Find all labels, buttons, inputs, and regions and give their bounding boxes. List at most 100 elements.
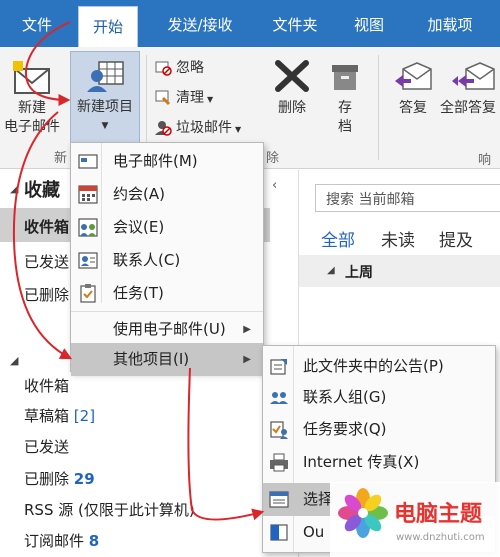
group-delete-label: 除 — [266, 151, 280, 166]
filter-unread[interactable]: 未读 — [381, 226, 415, 251]
search-input[interactable]: 搜索 当前邮箱 — [326, 189, 414, 209]
archive-button[interactable]: 存 档 — [324, 53, 366, 149]
cleanup-icon — [154, 88, 172, 106]
reply-all-button[interactable]: 全部答复 — [440, 53, 500, 143]
ignore-label: 忽略 — [176, 60, 204, 76]
menu-item-label: 会议(E) — [113, 218, 165, 236]
menu-item-label: 联系人组(G) — [303, 388, 387, 406]
fax-icon — [269, 453, 289, 472]
menu-item-label: 联系人(C) — [113, 251, 181, 269]
menu-item-label: 使用电子邮件(U) — [113, 320, 226, 338]
fav-folder-deleted[interactable]: 已删除 — [24, 284, 69, 305]
menu-item-use-email[interactable]: 使用电子邮件(U) ▶ — [71, 313, 263, 346]
chevron-down-icon: ▼ — [207, 95, 214, 104]
menu-item-appointment[interactable]: 约会(A) — [71, 178, 263, 211]
fav-folder-inbox[interactable]: 收件箱 — [24, 216, 69, 237]
reply-all-icon — [452, 59, 496, 93]
chevron-down-icon: ▼ — [235, 125, 242, 134]
folder-label: 草稿箱 — [24, 407, 70, 425]
delete-icon — [274, 59, 310, 93]
tab-file[interactable]: 文件 — [14, 0, 60, 47]
new-items-icon — [85, 58, 125, 94]
cleanup-button[interactable]: 清理 ▼ — [154, 87, 213, 109]
new-items-label: 新建项目 — [77, 99, 133, 115]
chevron-right-icon: ▶ — [243, 324, 251, 335]
chevron-right-icon: ▶ — [243, 354, 251, 365]
folder-count: [2] — [73, 407, 96, 425]
menu-item-task-request[interactable]: 任务要求(Q) — [263, 413, 495, 446]
tab-home[interactable]: 开始 — [78, 6, 138, 48]
outlook-icon — [269, 523, 289, 542]
folder-label: 已发送 — [24, 438, 70, 456]
menu-item-label: 任务要求(Q) — [303, 420, 387, 438]
folder-drafts[interactable]: 草稿箱 [2] — [24, 405, 95, 426]
junk-button[interactable]: 垃圾邮件 ▼ — [154, 117, 241, 139]
tab-addins[interactable]: 加载项 — [412, 0, 488, 47]
menu-item-email[interactable]: 电子邮件(M) — [71, 145, 263, 178]
calendar-icon — [78, 185, 98, 204]
folder-label: 收件箱 — [24, 377, 70, 395]
new-email-button[interactable]: 新建 电子邮件 — [0, 53, 64, 143]
folder-count: 29 — [73, 470, 95, 488]
tab-folder[interactable]: 文件夹 — [262, 0, 328, 47]
post-icon — [269, 357, 289, 376]
menu-item-internet-fax[interactable]: Internet 传真(X) — [263, 446, 495, 479]
tab-send-receive[interactable]: 发送/接收 — [150, 0, 250, 47]
group-header-label: 上周 — [345, 265, 373, 281]
menu-item-contact[interactable]: 联系人(C) — [71, 244, 263, 277]
menu-item-label: 电子邮件(M) — [113, 152, 198, 170]
folder-deleted[interactable]: 已删除 29 — [24, 468, 95, 489]
menu-item-label: 约会(A) — [113, 185, 165, 203]
collapse-triangle-icon[interactable]: ◢ — [10, 354, 18, 367]
folder-sent[interactable]: 已发送 — [24, 436, 69, 457]
email-icon — [78, 152, 98, 171]
folder-label: RSS 源 (仅限于此计算机) — [24, 501, 195, 519]
search-box[interactable]: 搜索 当前邮箱 — [315, 184, 500, 212]
group-separator — [378, 55, 379, 160]
favorites-header[interactable]: 收藏 — [24, 176, 60, 202]
flower-logo-icon — [338, 488, 388, 538]
menu-item-post[interactable]: 此文件夹中的公告(P) — [263, 350, 495, 383]
filter-mentions[interactable]: 提及 — [439, 226, 473, 251]
ignore-button[interactable]: 忽略 — [154, 57, 204, 79]
menu-item-meeting[interactable]: 会议(E) — [71, 211, 263, 244]
filter-all[interactable]: 全部 — [321, 226, 355, 251]
contact-icon — [78, 251, 98, 270]
pane-collapse-chevron-icon[interactable]: ‹ — [272, 178, 277, 193]
junk-icon — [154, 118, 172, 136]
menu-item-label: 此文件夹中的公告(P) — [303, 357, 444, 375]
folder-inbox[interactable]: 收件箱 — [24, 375, 69, 396]
chevron-down-icon: ▼ — [101, 121, 109, 131]
archive-icon — [328, 59, 362, 93]
reply-all-label: 全部答复 — [440, 100, 496, 116]
cleanup-label: 清理 — [176, 90, 204, 106]
menu-item-label: Internet 传真(X) — [303, 453, 420, 471]
menu-separator — [71, 311, 263, 312]
archive-label: 存 档 — [338, 100, 352, 135]
menu-item-contact-group[interactable]: 联系人组(G) — [263, 381, 495, 414]
fav-folder-sent[interactable]: 已发送 — [24, 251, 69, 272]
new-items-button[interactable]: 新建项目 ▼ — [70, 51, 140, 143]
collapse-triangle-icon: ◢ — [327, 265, 335, 276]
group-new-label: 新 — [54, 151, 68, 166]
menu-item-more-items[interactable]: 其他项目(I) ▶ — [71, 343, 263, 376]
menu-item-task[interactable]: 任务(T) — [71, 277, 263, 310]
folder-rss[interactable]: RSS 源 (仅限于此计算机) — [24, 499, 195, 520]
reply-button[interactable]: 答复 — [388, 53, 438, 143]
contact-group-icon — [269, 388, 289, 407]
watermark-title: 电脑主题 — [394, 502, 483, 527]
reply-icon — [393, 59, 433, 93]
new-email-icon — [11, 59, 53, 95]
junk-label: 垃圾邮件 — [176, 120, 232, 136]
folder-subscriptions[interactable]: 订阅邮件 8 — [24, 530, 99, 551]
delete-button[interactable]: 删除 — [268, 53, 316, 143]
reply-label: 答复 — [399, 100, 427, 116]
tab-view[interactable]: 视图 — [346, 0, 392, 47]
collapse-triangle-icon[interactable]: ◢ — [10, 182, 18, 195]
group-header-row[interactable]: ◢ 上周 — [299, 255, 500, 287]
meeting-icon — [78, 218, 98, 237]
form-icon — [269, 490, 289, 509]
watermark-url: www.dnzhuti.com — [396, 532, 485, 543]
ribbon-tab-bar: 文件 开始 发送/接收 文件夹 视图 加载项 — [0, 0, 500, 48]
folder-label: 已删除 — [24, 470, 70, 488]
